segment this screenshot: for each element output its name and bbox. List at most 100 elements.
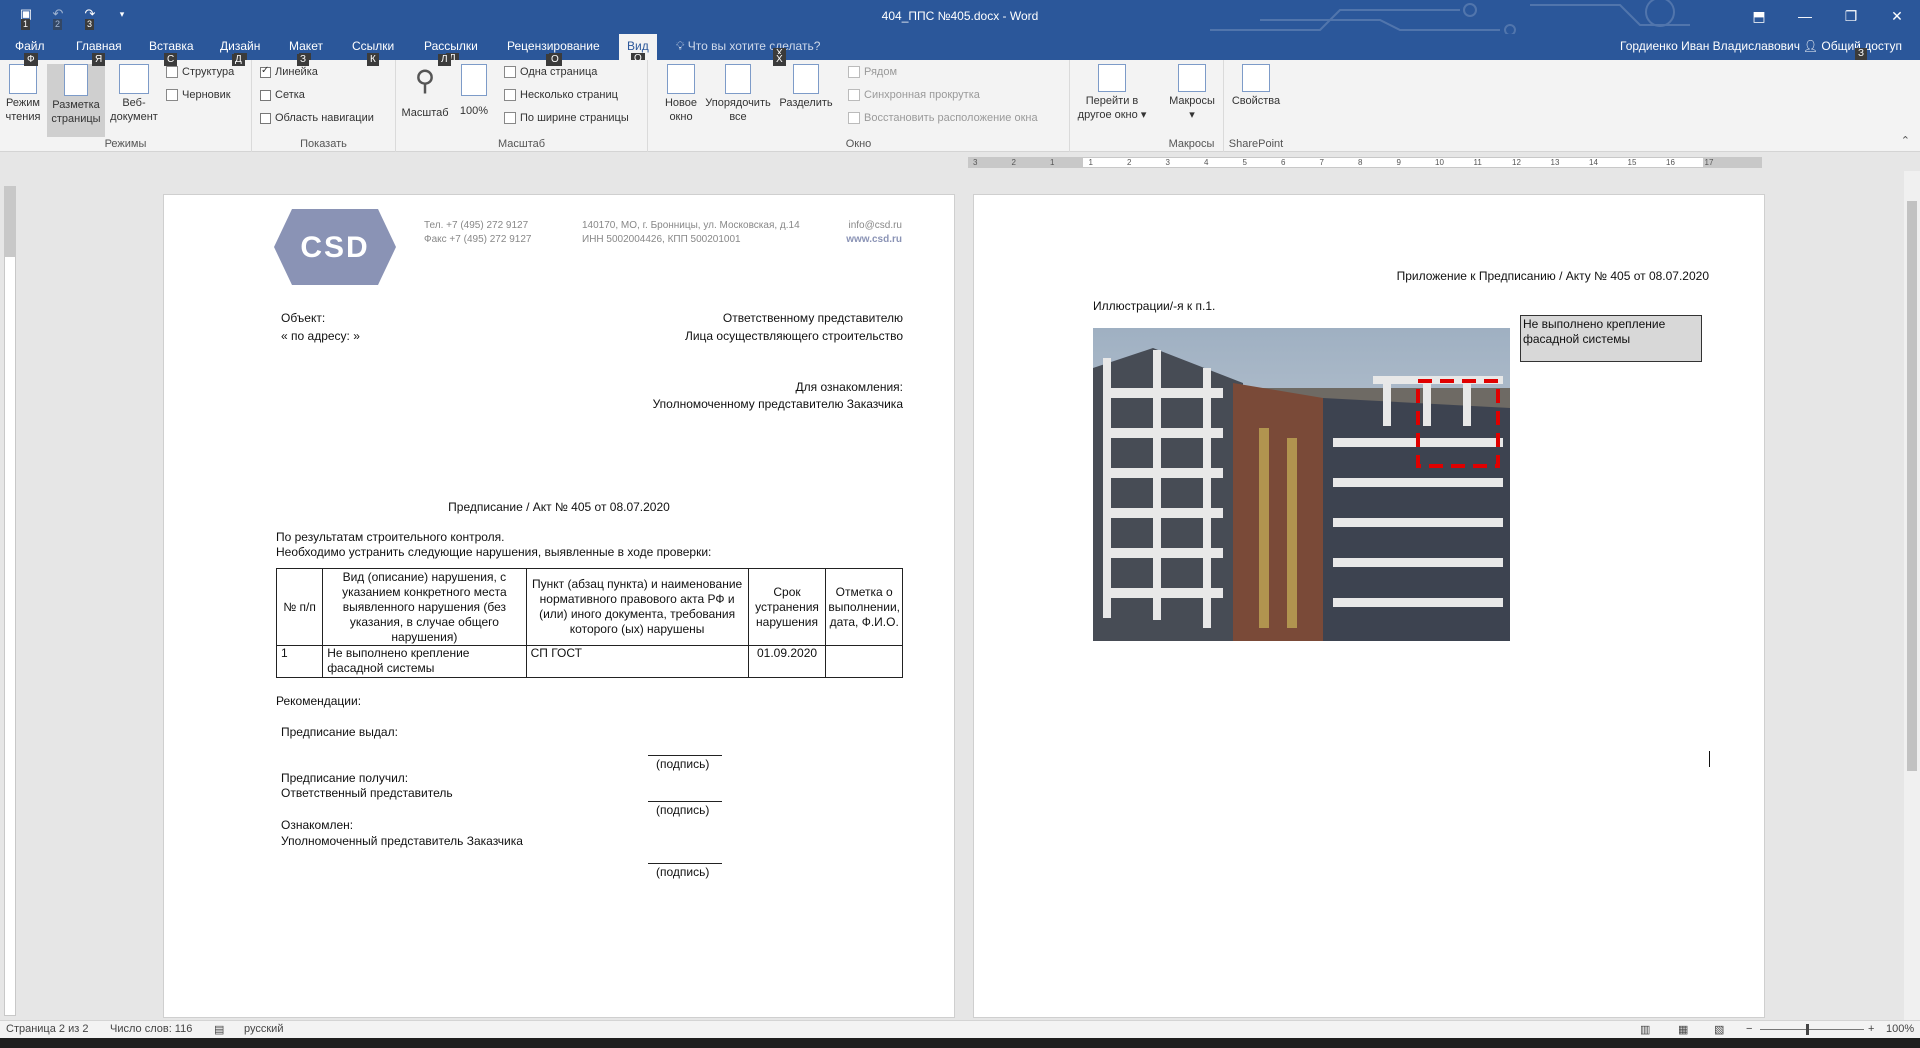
zoom-slider-thumb[interactable]	[1806, 1024, 1809, 1035]
tab-mailings[interactable]: Рассылки	[424, 39, 478, 53]
minimize-button[interactable]: —	[1782, 0, 1828, 32]
navigation-pane-checkbox[interactable]: Область навигации	[260, 112, 374, 124]
label: 100%	[459, 105, 489, 117]
signature-caption: (подпись)	[656, 865, 710, 879]
ruler-number: 7	[1319, 158, 1324, 167]
ruler-checkbox[interactable]: Линейка	[260, 65, 318, 78]
address-line: « по адресу: »	[281, 329, 360, 343]
book-icon	[9, 64, 37, 94]
zoom-level[interactable]: 100%	[1886, 1023, 1914, 1035]
zoom-button[interactable]: ⚲ Масштаб	[400, 64, 450, 120]
object-label: Объект:	[281, 311, 326, 325]
ruler-number: 15	[1627, 158, 1637, 167]
signature-line	[648, 863, 722, 864]
intro-line-2: Необходимо устранить следующие нарушения…	[276, 545, 712, 559]
tab-design[interactable]: Дизайн	[220, 39, 260, 53]
tab-references[interactable]: Ссылки	[352, 39, 394, 53]
document-page-1[interactable]: CSD Тел. +7 (495) 272 9127 Факс +7 (495)…	[163, 194, 955, 1018]
properties-icon	[1242, 64, 1270, 92]
read-mode-button[interactable]: Режим чтения	[2, 64, 44, 124]
horizontal-ruler[interactable]: 3 2 1 1 2 3 4 5 6 7 8 9 10 11 12 13 14 15 16 17	[968, 157, 1762, 168]
multiple-pages-button[interactable]: Несколько страниц	[504, 89, 618, 101]
ruler-margin	[5, 187, 15, 257]
web-layout-view-icon[interactable]: ▧	[1714, 1023, 1724, 1036]
page-width-button[interactable]: По ширине страницы	[504, 112, 629, 124]
tab-insert[interactable]: Вставка	[149, 39, 194, 53]
document-page-2[interactable]: Приложение к Предписанию / Акту № 405 от…	[973, 194, 1765, 1018]
intro-line-1: По результатам строительного контроля.	[276, 530, 505, 544]
status-bar: Страница 2 из 2 Число слов: 116 ▤ русски…	[0, 1020, 1920, 1038]
macros-button[interactable]: Макросы ▾	[1166, 64, 1218, 122]
share-button[interactable]: 👤︎ Общий доступ	[1803, 39, 1902, 53]
ribbon-view: Режим чтения Разметка страницы Веб- доку…	[0, 54, 1920, 152]
callout-box: Не выполнено крепление фасадной системы	[1520, 315, 1702, 362]
web-layout-button[interactable]: Веб- документ	[108, 64, 160, 124]
reset-window-position-button[interactable]: Восстановить расположение окна	[848, 112, 1038, 124]
tab-file[interactable]: Файл	[15, 39, 45, 53]
arrange-all-button[interactable]: Упорядочить все	[702, 64, 774, 124]
person-icon: 👤︎	[1802, 39, 1822, 53]
scrollbar-thumb[interactable]	[1907, 201, 1917, 771]
tab-review[interactable]: Рецензирование	[507, 39, 600, 53]
ruler-number: 1	[1050, 158, 1055, 167]
table-cell	[825, 645, 903, 678]
view-side-by-side-button[interactable]: Рядом	[848, 66, 897, 78]
draft-button[interactable]: Черновик	[166, 89, 231, 101]
table-cell: СП ГОСТ	[525, 645, 749, 678]
proofing-icon[interactable]: ▤	[214, 1023, 224, 1036]
close-button[interactable]: ✕	[1874, 0, 1920, 32]
properties-button[interactable]: Свойства	[1228, 64, 1284, 108]
ruler-number: 1	[1088, 158, 1093, 167]
ribbon-display-options-icon[interactable]: ⬒	[1736, 0, 1782, 32]
page-count[interactable]: Страница 2 из 2	[6, 1023, 88, 1035]
read-mode-view-icon[interactable]: ▥	[1640, 1023, 1650, 1036]
checkbox	[260, 89, 271, 101]
user-name[interactable]: Гордиенко Иван Владиславович	[1620, 39, 1800, 53]
one-page-button[interactable]: Одна страница	[504, 66, 597, 78]
checkbox-checked	[260, 65, 271, 78]
tell-me-search[interactable]: 💡︎ Что вы хотите сделать?	[676, 39, 820, 54]
key-tip: С	[164, 54, 178, 66]
checkbox	[260, 112, 271, 124]
tab-home[interactable]: Главная	[76, 39, 122, 53]
responsible-label: Ответственный представитель	[281, 786, 453, 800]
review-addressee: Уполномоченному представителю Заказчика	[652, 397, 903, 411]
ruler-number: 11	[1473, 158, 1482, 167]
ruler-number: 12	[1512, 158, 1521, 167]
label: Макросы	[1169, 95, 1215, 107]
outline-button[interactable]: Структура	[166, 66, 234, 78]
zoom-in-icon[interactable]: +	[1868, 1023, 1874, 1035]
switch-windows-button[interactable]: Перейти в другое окно ▾	[1072, 64, 1152, 122]
split-button[interactable]: Разделить	[776, 64, 836, 110]
gridlines-checkbox[interactable]: Сетка	[260, 89, 305, 101]
vertical-ruler[interactable]	[4, 186, 16, 1016]
addressee-line-2: Лица осуществляющего строительство	[684, 329, 903, 343]
key-tip: З	[297, 54, 310, 66]
collapse-ribbon-icon[interactable]: ⌃	[1901, 134, 1910, 147]
magnifier-icon: ⚲	[414, 65, 436, 96]
tab-layout[interactable]: Макет	[289, 39, 323, 53]
key-tip: Д	[232, 54, 245, 66]
vertical-scrollbar[interactable]	[1904, 171, 1920, 1021]
multiple-pages-icon	[504, 89, 516, 101]
table-header-row: № п/п Вид (описание) нарушения, с указан…	[275, 568, 903, 646]
svg-text:CSD: CSD	[300, 231, 369, 264]
sync-scroll-button[interactable]: Синхронная прокрутка	[848, 89, 980, 101]
word-count[interactable]: Число слов: 116	[110, 1023, 192, 1035]
restore-button[interactable]: ❐	[1828, 0, 1874, 32]
zoom-slider[interactable]	[1760, 1029, 1864, 1030]
building-photo	[1093, 328, 1510, 641]
label: все	[729, 111, 747, 123]
zoom-out-icon[interactable]: −	[1746, 1023, 1752, 1035]
letterhead-inn: ИНН 5002004426, КПП 500201001	[582, 234, 741, 245]
print-layout-button[interactable]: Разметка страницы	[47, 64, 105, 137]
letterhead-fax: Факс +7 (495) 272 9127	[424, 234, 532, 245]
language[interactable]: русский	[244, 1023, 283, 1035]
label: Несколько страниц	[520, 89, 618, 101]
print-layout-view-icon[interactable]: ▦	[1678, 1023, 1688, 1036]
new-window-button[interactable]: Новое окно	[658, 64, 704, 124]
label: Рядом	[864, 66, 898, 78]
zoom-100-button[interactable]: 100%	[454, 64, 494, 118]
illustrations-label: Иллюстрации/-я к п.1.	[1093, 299, 1216, 313]
group-modes: Режим чтения Разметка страницы Веб- доку…	[0, 54, 252, 152]
